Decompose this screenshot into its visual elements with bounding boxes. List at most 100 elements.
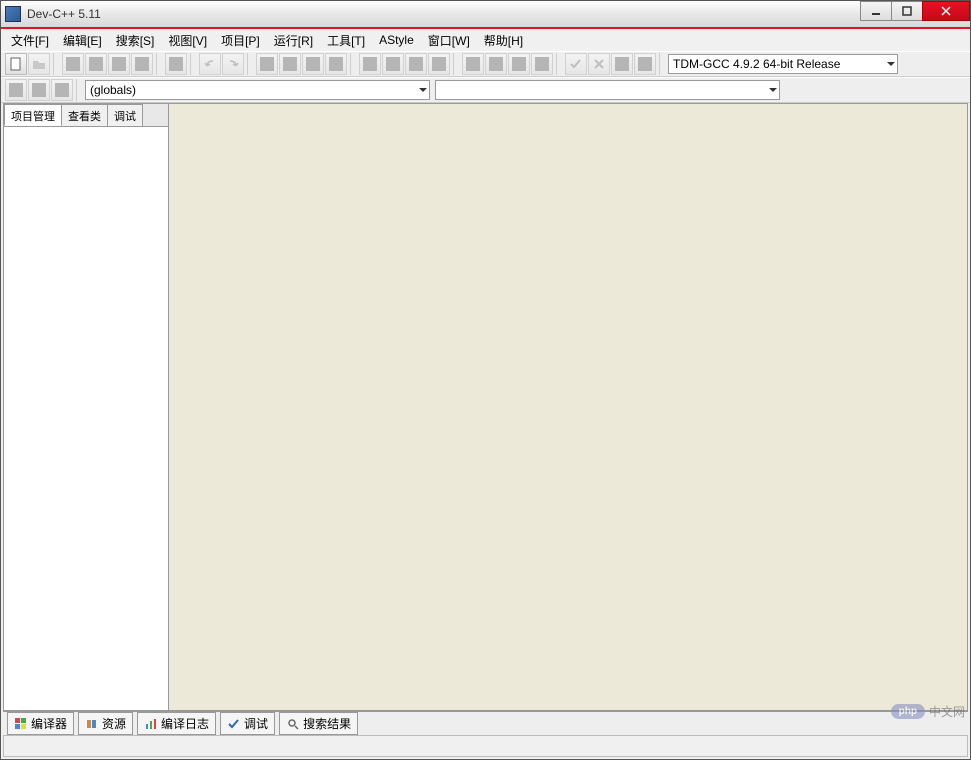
title-bar: Dev-C++ 5.11	[1, 1, 970, 29]
toolbar-separator	[190, 53, 196, 75]
menu-bar: 文件[F] 编辑[E] 搜索[S] 视图[V] 项目[P] 运行[R] 工具[T…	[1, 29, 970, 51]
application-window: Dev-C++ 5.11 文件[F] 编辑[E] 搜索[S] 视图[V] 项目[…	[0, 0, 971, 760]
print-icon	[169, 57, 183, 71]
bottom-tab-debug-label: 调试	[244, 715, 268, 732]
menu-tools[interactable]: 工具[T]	[321, 30, 371, 51]
save-as-icon	[112, 57, 126, 71]
watermark-text: 中文网	[929, 703, 965, 720]
close-button[interactable]	[922, 1, 970, 21]
menu-run[interactable]: 运行[R]	[268, 30, 319, 51]
resources-icon	[85, 717, 99, 731]
goto-button[interactable]	[325, 53, 347, 75]
find-next-button[interactable]	[302, 53, 324, 75]
menu-edit[interactable]: 编辑[E]	[57, 30, 108, 51]
find-next-icon	[306, 57, 320, 71]
insert-icon	[32, 83, 46, 97]
sidebar-content	[4, 126, 168, 710]
find-button[interactable]	[256, 53, 278, 75]
compiler-selector-value: TDM-GCC 4.9.2 64-bit Release	[673, 57, 840, 71]
bottom-tab-compiler-label: 编译器	[31, 715, 67, 732]
bottom-tab-debug[interactable]: 调试	[220, 712, 275, 735]
tool1-button[interactable]	[611, 53, 633, 75]
watermark: php 中文网	[891, 703, 965, 720]
compile-run-icon	[409, 57, 423, 71]
stop-button[interactable]	[485, 53, 507, 75]
search-icon	[286, 717, 300, 731]
toolbar-main: TDM-GCC 4.9.2 64-bit Release	[1, 51, 970, 77]
window-controls	[861, 1, 970, 21]
scope-selector-value: (globals)	[90, 83, 136, 97]
bottom-tab-compile-log[interactable]: 编译日志	[137, 712, 216, 735]
save-all-button[interactable]	[85, 53, 107, 75]
compile-button[interactable]	[359, 53, 381, 75]
replace-icon	[283, 57, 297, 71]
minimize-button[interactable]	[860, 1, 892, 21]
print-button[interactable]	[165, 53, 187, 75]
bottom-tab-resources[interactable]: 资源	[78, 712, 133, 735]
cancel-button[interactable]	[588, 53, 610, 75]
open-button[interactable]	[28, 53, 50, 75]
menu-window[interactable]: 窗口[W]	[422, 30, 476, 51]
bottom-tab-compile-log-label: 编译日志	[161, 715, 209, 732]
bookmark-button[interactable]	[51, 79, 73, 101]
save-icon	[66, 57, 80, 71]
insert-button[interactable]	[28, 79, 50, 101]
close-file-icon	[135, 57, 149, 71]
bottom-tab-compiler[interactable]: 编译器	[7, 712, 74, 735]
run-button[interactable]	[382, 53, 404, 75]
editor-area	[169, 104, 967, 710]
profile-button[interactable]	[508, 53, 530, 75]
toolbar-separator	[350, 53, 356, 75]
tool2-button[interactable]	[634, 53, 656, 75]
x-icon	[592, 57, 606, 71]
chevron-down-icon	[769, 88, 777, 92]
open-icon	[32, 57, 46, 71]
minimize-icon	[871, 6, 881, 16]
compile-run-button[interactable]	[405, 53, 427, 75]
check-button[interactable]	[565, 53, 587, 75]
main-area: 项目管理 查看类 调试	[3, 103, 968, 711]
menu-astyle[interactable]: AStyle	[373, 31, 420, 49]
save-button[interactable]	[62, 53, 84, 75]
delete-profile-button[interactable]	[531, 53, 553, 75]
menu-help[interactable]: 帮助[H]	[478, 30, 529, 51]
rebuild-button[interactable]	[428, 53, 450, 75]
toolbar-separator	[556, 53, 562, 75]
sidebar-tab-debug[interactable]: 调试	[107, 104, 143, 126]
bottom-tab-search-results[interactable]: 搜索结果	[279, 712, 358, 735]
tool2-icon	[638, 57, 652, 71]
check-icon	[569, 57, 583, 71]
redo-button[interactable]	[222, 53, 244, 75]
toolbar-separator	[53, 53, 59, 75]
debug-button[interactable]	[462, 53, 484, 75]
profile-icon	[512, 57, 526, 71]
new-project-button[interactable]	[5, 79, 27, 101]
member-selector[interactable]	[435, 80, 780, 100]
undo-button[interactable]	[199, 53, 221, 75]
debug-icon	[466, 57, 480, 71]
close-file-button[interactable]	[131, 53, 153, 75]
sidebar-tab-classes[interactable]: 查看类	[61, 104, 108, 126]
scope-selector[interactable]: (globals)	[85, 80, 430, 100]
menu-file[interactable]: 文件[F]	[5, 30, 55, 51]
bottom-panel-tabs: 编译器 资源 编译日志 调试 搜索结果	[3, 711, 968, 735]
save-all-icon	[89, 57, 103, 71]
toolbar-separator	[156, 53, 162, 75]
menu-project[interactable]: 项目[P]	[215, 30, 266, 51]
sidebar: 项目管理 查看类 调试	[4, 104, 169, 710]
menu-search[interactable]: 搜索[S]	[110, 30, 161, 51]
close-icon	[941, 6, 951, 16]
replace-button[interactable]	[279, 53, 301, 75]
toolbar-separator	[76, 79, 82, 101]
sidebar-tabs: 项目管理 查看类 调试	[4, 104, 168, 126]
new-file-icon	[9, 57, 23, 71]
menu-view[interactable]: 视图[V]	[162, 30, 213, 51]
window-title: Dev-C++ 5.11	[27, 7, 101, 21]
new-file-button[interactable]	[5, 53, 27, 75]
maximize-button[interactable]	[891, 1, 923, 21]
compiler-selector[interactable]: TDM-GCC 4.9.2 64-bit Release	[668, 54, 898, 74]
sidebar-tab-project[interactable]: 项目管理	[4, 104, 62, 126]
bookmark-icon	[55, 83, 69, 97]
toolbar-separator	[659, 53, 665, 75]
save-as-button[interactable]	[108, 53, 130, 75]
